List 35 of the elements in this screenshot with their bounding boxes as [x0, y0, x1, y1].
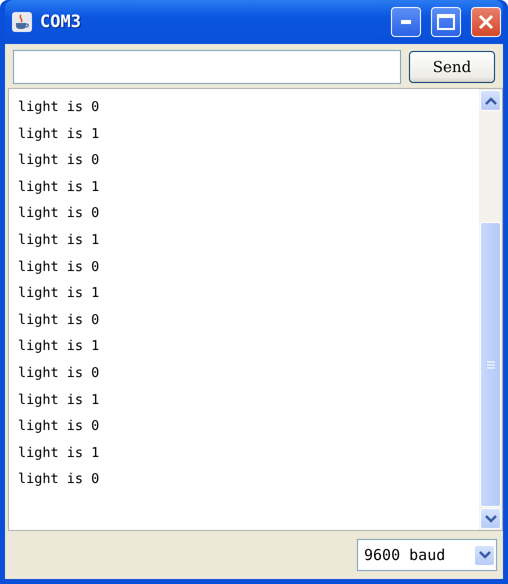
chevron-up-icon: [484, 96, 496, 104]
scrollbar[interactable]: [479, 89, 502, 530]
output-line: light is 0: [18, 417, 100, 436]
close-icon: [478, 14, 494, 30]
output-line: light is 0: [18, 364, 100, 383]
output-line: light is 1: [18, 337, 100, 356]
output-line: light is 0: [18, 470, 100, 490]
maximize-button[interactable]: [431, 7, 461, 37]
output-line: light is 1: [18, 178, 100, 197]
output-line: light is 0: [18, 258, 100, 277]
output-line: light is 0: [18, 204, 100, 224]
chevron-down-icon: [478, 551, 490, 559]
close-button[interactable]: [471, 7, 501, 37]
output-line: light is 1: [18, 284, 100, 304]
output-line: light is 1: [18, 124, 100, 144]
output-line: light is 0: [18, 151, 100, 170]
chevron-down-icon: [484, 514, 496, 522]
maximize-icon: [437, 14, 455, 30]
output-line: light is 0: [18, 310, 100, 330]
send-button[interactable]: Send: [409, 51, 495, 83]
dropdown-button[interactable]: [474, 544, 495, 566]
input-field[interactable]: [13, 50, 401, 84]
output-line: light is 0: [18, 98, 100, 117]
minimize-button[interactable]: [391, 7, 421, 37]
output-line: light is 1: [18, 390, 100, 410]
baud-dropdown[interactable]: 9600 baud: [357, 539, 497, 571]
scroll-up-button[interactable]: [480, 90, 501, 111]
minimize-icon: [401, 20, 411, 24]
cup-icon: [12, 12, 32, 32]
output-line: light is 1: [18, 444, 100, 463]
grip-icon: [486, 360, 494, 368]
scroll-thumb[interactable]: [480, 222, 501, 507]
window-title: COM3: [40, 12, 82, 32]
output-line: light is 1: [18, 230, 100, 250]
scroll-down-button[interactable]: [480, 508, 501, 529]
